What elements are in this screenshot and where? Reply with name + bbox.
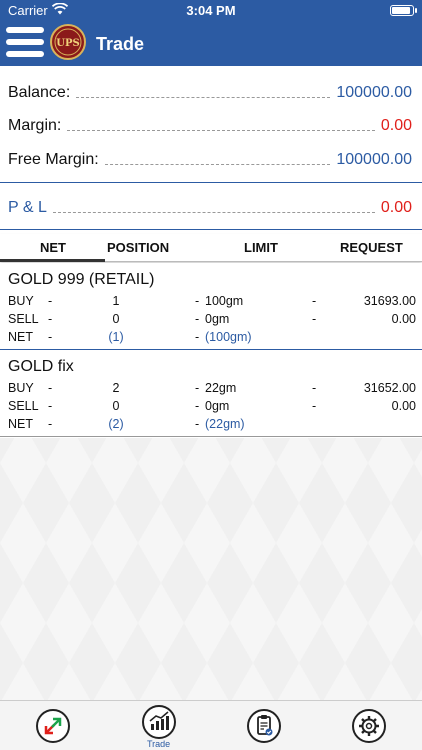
nav-settings-button[interactable] [352,709,386,743]
tab-bar: NET POSITION LIMIT REQUEST [0,234,422,262]
table-row: SELL - 0 - 0gm - 0.00 [8,312,416,326]
tab-request[interactable]: REQUEST [340,240,403,255]
divider [0,182,422,183]
nav-trade-button[interactable] [142,705,176,739]
status-bar: Carrier 3:04 PM [0,0,422,22]
clipboard-check-icon [257,715,273,736]
tab-net[interactable]: NET [40,240,66,255]
table-row: BUY - 1 - 100gm - 31693.00 [8,294,416,308]
pl-label: P & L [8,199,47,216]
menu-button[interactable] [6,27,44,57]
brand-logo: UPS [50,24,86,60]
battery-icon [390,5,417,16]
balance-value: 100000.00 [336,84,412,101]
bottom-tab-bar: Trade [0,700,422,750]
active-tab-indicator [0,259,105,262]
product-card[interactable]: GOLD 999 (RETAIL) BUY - 1 - 100gm - 3169… [0,263,422,351]
divider [0,436,422,437]
app-header: Carrier 3:04 PM UPS Trade [0,0,422,66]
clock: 3:04 PM [186,3,236,18]
table-row: BUY - 2 - 22gm - 31652.00 [8,381,416,395]
tab-limit[interactable]: LIMIT [244,240,278,255]
product-name: GOLD fix [8,358,74,375]
margin-value: 0.00 [380,117,412,134]
free-margin-label: Free Margin: [8,151,99,168]
balance-row: Balance: 100000.00 [8,78,412,102]
nav-orders-button[interactable] [247,709,281,743]
nav-arrows-button[interactable] [36,709,70,743]
table-row: NET - (2) - (22gm) [8,417,245,431]
logo-emblem-icon: UPS [54,28,82,56]
hamburger-icon [6,27,44,33]
balance-label: Balance: [8,84,71,101]
divider [0,229,422,230]
arrows-in-out-icon [44,717,62,735]
product-card[interactable]: GOLD fix BUY - 2 - 22gm - 31652.00 SELL … [0,350,422,438]
pl-value: 0.00 [380,199,412,216]
pl-row: P & L 0.00 [8,193,412,217]
svg-text:UPS: UPS [56,38,79,49]
table-row: NET - (1) - (100gm) [8,330,252,344]
product-name: GOLD 999 (RETAIL) [8,271,155,288]
free-margin-row: Free Margin: 100000.00 [8,145,412,169]
table-row: SELL - 0 - 0gm - 0.00 [8,399,416,413]
free-margin-value: 100000.00 [336,151,412,168]
page-title: Trade [96,34,145,54]
tab-position[interactable]: POSITION [107,240,169,255]
chart-icon [149,711,169,730]
nav-trade-label: Trade [147,739,171,749]
gear-icon [359,716,379,736]
margin-label: Margin: [8,117,62,134]
margin-row: Margin: 0.00 [8,111,412,135]
